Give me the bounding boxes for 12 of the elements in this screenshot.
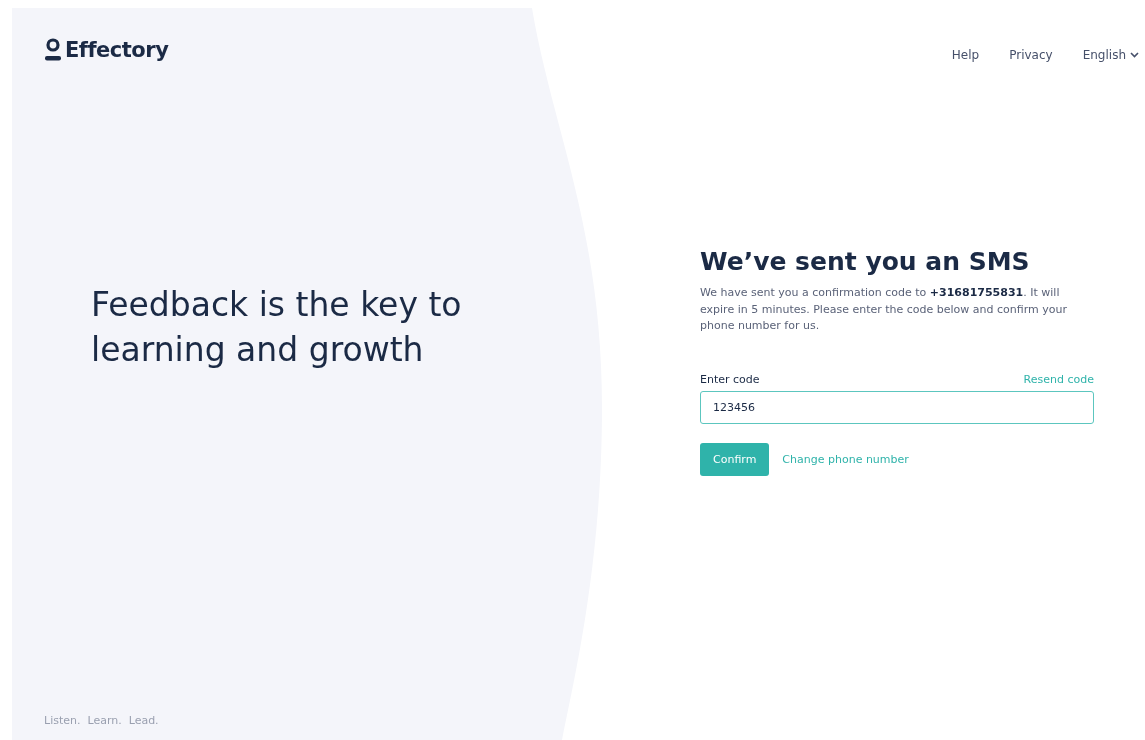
tagline: Listen. Learn. Lead. <box>44 714 160 729</box>
logo-icon <box>44 38 62 62</box>
nav-link[interactable]: Help <box>951 48 980 62</box>
logo-text: Effectory <box>65 38 169 62</box>
nav-link[interactable]: Privacy <box>1009 48 1053 62</box>
language-dropdown[interactable]: English <box>1082 48 1139 62</box>
chevron-down-icon <box>1130 52 1139 58</box>
headline: Feedback is the key to learning and growth <box>91 284 463 371</box>
form-title: We’ve sent you an SMS <box>700 247 1031 276</box>
code-input[interactable]: 123456 <box>700 390 1094 424</box>
instruction-text: We have sent you a confirmation code to +31681755831. It will expire in 5 minutes. Please enter the code below and confirm your phone number for us. <box>700 285 1068 334</box>
field-label: Enter code <box>700 372 760 386</box>
